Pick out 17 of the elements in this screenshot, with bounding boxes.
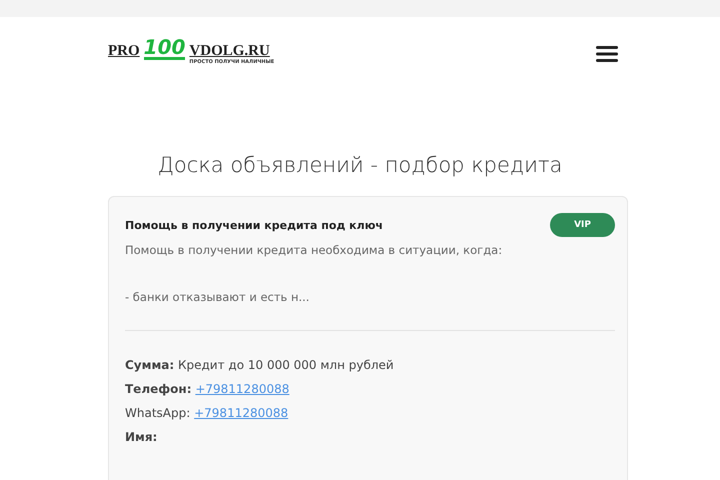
phone-link[interactable]: +79811280088 (195, 382, 290, 396)
listing-card[interactable] (108, 196, 628, 480)
listing-title: Помощь в получении кредита под ключ (125, 219, 383, 232)
menu-icon[interactable] (596, 46, 618, 62)
field-label: Сумма: (125, 358, 174, 372)
listing-description: - банки отказывают и есть н... (125, 290, 310, 304)
logo-number: 100 (144, 37, 186, 60)
field-value: Кредит до 10 000 000 млн рублей (178, 358, 394, 372)
page-heading: Доска объявлений - подбор кредита (156, 153, 564, 177)
vip-badge: VIP (550, 213, 615, 237)
field-label: Имя: (125, 430, 158, 444)
field-label: WhatsApp: (125, 406, 190, 420)
phone-link[interactable]: +79811280088 (194, 406, 288, 420)
listing-description: Помощь в получении кредита необходима в ситуации, когда: (125, 243, 504, 257)
logo-text: VDOLG.RU (189, 43, 271, 59)
logo-text: PRO (108, 43, 140, 59)
field-label: Телефон: (125, 382, 192, 396)
